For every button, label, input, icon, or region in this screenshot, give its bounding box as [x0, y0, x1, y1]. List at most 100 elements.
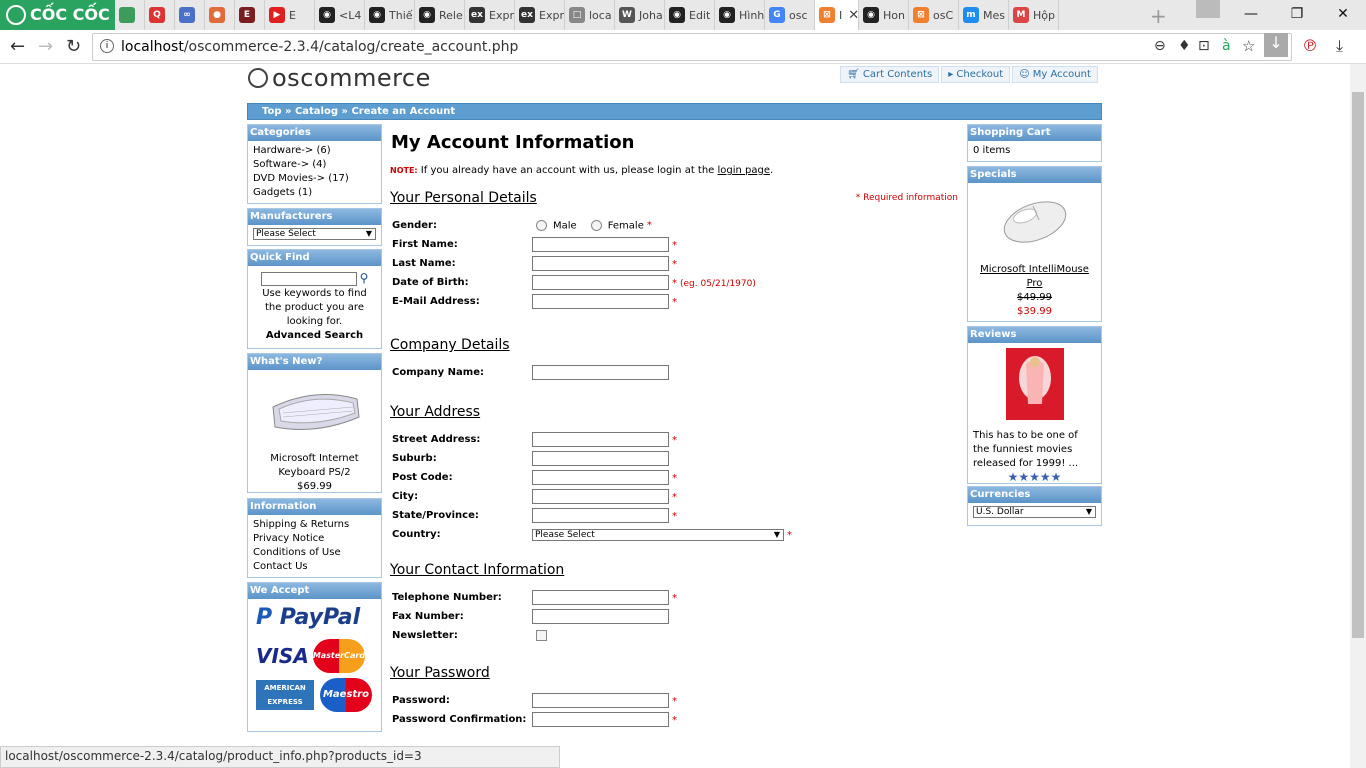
category-link[interactable]: Software-> (4)	[253, 158, 376, 172]
required-star: *	[672, 592, 677, 604]
browser-tab[interactable]: Gosc	[765, 0, 815, 30]
maximize-button[interactable]: ❐	[1274, 0, 1320, 30]
browser-tab[interactable]: ◉ Edit	[665, 0, 715, 30]
category-link[interactable]: Hardware-> (6)	[253, 144, 376, 158]
pinterest-icon[interactable]: ℗	[1302, 36, 1318, 55]
url-input[interactable]: localhost/oscommerce-2.3.4/catalog/creat…	[92, 33, 1292, 61]
browser-tab[interactable]: W Joha	[615, 0, 665, 30]
tab-title: <L4	[339, 8, 362, 22]
keyboard-product-image[interactable]	[267, 377, 363, 441]
gender-male-radio[interactable]	[536, 219, 547, 231]
newsletter-checkbox[interactable]	[536, 629, 547, 641]
female-label: Female	[607, 220, 644, 232]
whats-new-product-name[interactable]: Microsoft Internet Keyboard PS/2	[253, 452, 376, 480]
browser-tab[interactable]: ⊠ I ✕	[815, 0, 859, 30]
company-name-input[interactable]	[532, 365, 669, 380]
manufacturers-select[interactable]: Please Select ▼	[253, 228, 376, 240]
browser-tab[interactable]: ▶ E	[265, 0, 315, 30]
address-bar-row: ← → ↻ localhost/oscommerce-2.3.4/catalog…	[0, 30, 1366, 64]
search-icon[interactable]: ⚲	[360, 271, 369, 285]
password-confirm-input[interactable]	[532, 712, 669, 727]
browser-tab[interactable]: ◉ Hình	[715, 0, 765, 30]
review-text[interactable]: This has to be one of the funniest movie…	[973, 429, 1096, 471]
movie-poster-image[interactable]	[1005, 348, 1064, 420]
email-input[interactable]	[532, 294, 669, 309]
minimize-button[interactable]: —	[1228, 0, 1274, 30]
browser-tab[interactable]: □ loca	[565, 0, 615, 30]
oscommerce-logo[interactable]: oscommerce	[248, 64, 431, 92]
back-icon[interactable]: ←	[10, 36, 25, 57]
extension-icon[interactable]: ♦	[1178, 38, 1191, 54]
browser-tab[interactable]: ∞	[175, 0, 205, 30]
checkout-button[interactable]: ▸ Checkout	[941, 66, 1011, 83]
special-product-name[interactable]: Microsoft IntelliMouse Pro	[973, 263, 1096, 291]
dob-input[interactable]	[532, 275, 669, 290]
close-tab-icon[interactable]: ✕	[848, 8, 858, 23]
street-input[interactable]	[532, 432, 669, 447]
downloads-icon[interactable]: ⤓	[1336, 36, 1343, 56]
information-link[interactable]: Privacy Notice	[253, 532, 376, 546]
page-scrollbar[interactable]	[1350, 64, 1366, 768]
my-account-button[interactable]: ☺ My Account	[1012, 66, 1098, 83]
required-star: *	[672, 239, 677, 251]
note-body: If you already have an account with us, …	[417, 165, 718, 176]
information-title: Information	[248, 499, 381, 515]
last-name-input[interactable]	[532, 256, 669, 271]
browser-tab[interactable]	[115, 0, 145, 30]
breadcrumb[interactable]: Top » Catalog » Create an Account	[247, 103, 1102, 120]
browser-tab[interactable]: ◉ <L4	[315, 0, 365, 30]
information-link[interactable]: Conditions of Use	[253, 546, 376, 560]
browser-tab[interactable]: ◉ Thiế	[365, 0, 415, 30]
coccoc-dict-icon[interactable]: à	[1222, 38, 1231, 54]
telephone-input[interactable]	[532, 590, 669, 605]
street-label: Street Address:	[392, 434, 481, 445]
category-link[interactable]: Gadgets (1)	[253, 186, 376, 200]
forward-icon[interactable]: →	[38, 36, 53, 57]
zoom-icon[interactable]: ⊖	[1154, 38, 1166, 54]
contact-form: Telephone Number: * Fax Number: Newslette…	[392, 588, 677, 645]
download-savior-icon[interactable]: ↓	[1264, 33, 1288, 57]
browser-tab[interactable]: Q	[145, 0, 175, 30]
browser-tab[interactable]: ex Expr	[465, 0, 515, 30]
tab-title: osc	[789, 8, 808, 22]
browser-tab[interactable]: ◉ Hon	[859, 0, 909, 30]
browser-tab[interactable]: E	[235, 0, 265, 30]
country-select[interactable]: Please Select ▼	[532, 528, 784, 541]
cart-contents-button[interactable]: 🛒︎ Cart Contents	[840, 66, 940, 83]
password-input[interactable]	[532, 693, 669, 708]
information-link[interactable]: Contact Us	[253, 560, 376, 574]
fax-input[interactable]	[532, 609, 669, 624]
suburb-input[interactable]	[532, 451, 669, 466]
translate-icon[interactable]: ⊡	[1198, 38, 1210, 54]
tab-title: Edit	[689, 8, 711, 22]
shopping-cart-box: Shopping Cart 0 items	[967, 124, 1102, 162]
new-tab-button[interactable]: +	[1150, 4, 1167, 28]
information-link[interactable]: Shipping & Returns	[253, 518, 376, 532]
postcode-input[interactable]	[532, 470, 669, 485]
note-text: NOTE: If you already have an account wit…	[390, 165, 960, 176]
categories-title: Categories	[248, 125, 381, 141]
gender-female-radio[interactable]	[590, 219, 602, 231]
first-name-input[interactable]	[532, 237, 669, 252]
browser-tab[interactable]: m Mes	[959, 0, 1009, 30]
quick-find-input[interactable]	[260, 272, 357, 286]
browser-tab[interactable]: ●	[205, 0, 235, 30]
category-link[interactable]: DVD Movies-> (17)	[253, 172, 376, 186]
advanced-search-link[interactable]: Advanced Search	[253, 329, 376, 343]
currency-select[interactable]: U.S. Dollar ▼	[973, 506, 1096, 518]
bookmark-star-icon[interactable]: ☆	[1242, 37, 1255, 55]
profile-icon[interactable]	[1196, 0, 1220, 18]
login-page-link[interactable]: login page	[718, 165, 771, 176]
scrollbar-thumb[interactable]	[1352, 92, 1364, 638]
close-window-button[interactable]: ✕	[1320, 0, 1366, 30]
browser-tab[interactable]: ⊠ osC	[909, 0, 959, 30]
state-input[interactable]	[532, 508, 669, 523]
mouse-product-image[interactable]	[995, 192, 1075, 256]
browser-tab[interactable]: ◉ Rele	[415, 0, 465, 30]
reload-icon[interactable]: ↻	[66, 36, 81, 57]
browser-logo[interactable]: CỐC CỐC	[0, 0, 115, 30]
browser-tab[interactable]: ex Expr	[515, 0, 565, 30]
city-input[interactable]	[532, 489, 669, 504]
browser-tab[interactable]: M Hộp	[1009, 0, 1059, 30]
site-info-icon[interactable]: i	[100, 39, 114, 53]
